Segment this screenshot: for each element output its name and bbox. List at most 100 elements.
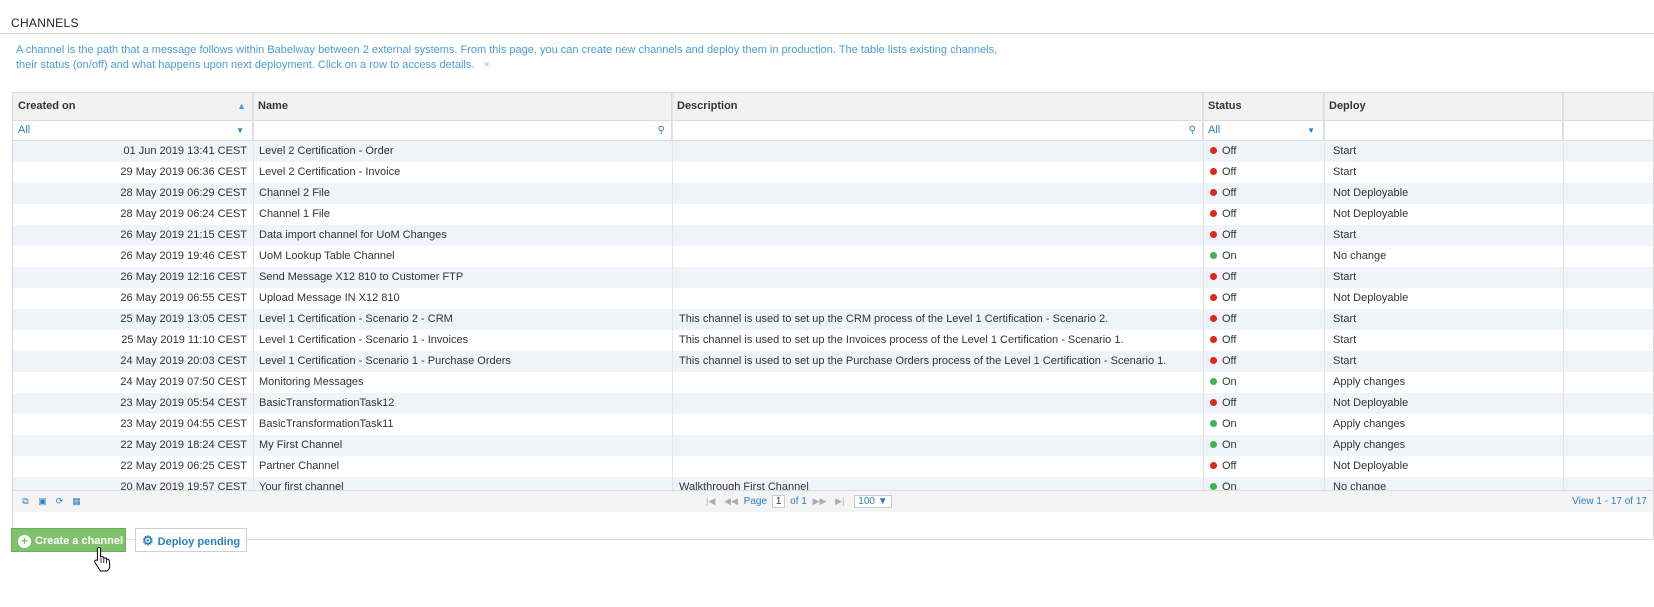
cell-description — [673, 456, 1203, 477]
cell-deploy: Start — [1333, 334, 1357, 346]
cell-name: Upload Message IN X12 810 — [259, 292, 400, 304]
status-label: Off — [1222, 271, 1237, 283]
status-dot-icon — [1210, 357, 1217, 364]
table-row[interactable]: 23 May 2019 05:54 CEST BasicTransformatio… — [13, 393, 1653, 414]
table-row[interactable]: 23 May 2019 04:55 CEST BasicTransformatio… — [13, 414, 1653, 435]
status-label: Off — [1222, 460, 1237, 472]
cell-deploy: Not Deployable — [1333, 460, 1409, 472]
table-row[interactable]: 26 May 2019 21:15 CEST Data import channe… — [13, 225, 1653, 246]
filter-value: All — [18, 124, 31, 136]
cell-created-on: 26 May 2019 06:55 CEST — [120, 292, 247, 304]
cell-name: Partner Channel — [259, 460, 340, 472]
export-icon[interactable]: ▦ — [70, 491, 83, 512]
deploy-pending-button[interactable]: ⚙ Deploy pending — [135, 528, 247, 552]
status-dot-icon — [1210, 147, 1217, 154]
status-dot-icon — [1210, 315, 1217, 322]
refresh-icon[interactable]: ⟳ — [53, 491, 66, 512]
cell-name: Level 1 Certification - Scenario 2 - CRM — [259, 313, 453, 325]
info-text: A channel is the path that a message fol… — [16, 44, 998, 71]
cell-created-on: 26 May 2019 12:16 CEST — [120, 271, 247, 283]
table-row[interactable]: 22 May 2019 06:25 CEST Partner Channel Off… — [13, 456, 1653, 477]
cell-name: BasicTransformationTask12 — [259, 397, 395, 409]
cell-description — [673, 141, 1203, 162]
status-label: Off — [1222, 166, 1237, 178]
table-row[interactable]: 28 May 2019 06:29 CEST Channel 2 File Off N… — [13, 183, 1653, 204]
cell-created-on: 24 May 2019 07:50 CEST — [120, 376, 247, 388]
hand-cursor-icon — [94, 546, 111, 572]
column-header-name[interactable]: Name — [253, 93, 672, 120]
cell-created-on: 25 May 2019 11:10 CEST — [121, 334, 247, 346]
column-header-deploy[interactable]: Deploy — [1324, 93, 1563, 120]
table-row[interactable]: 26 May 2019 19:46 CEST UoM Lookup Table C… — [13, 246, 1653, 267]
cell-description: This channel is used to set up the Invoi… — [679, 334, 1124, 346]
column-divider — [1324, 93, 1325, 490]
status-label: Off — [1222, 313, 1237, 325]
filter-row: All ▼ ⚲ ⚲ All ▼ — [13, 121, 1653, 141]
next-page-icon[interactable]: ▶▶ — [813, 496, 827, 506]
cell-status: On — [1204, 372, 1324, 393]
cell-description: This channel is used to set up the Purch… — [679, 355, 1167, 367]
gears-icon: ⚙ — [142, 533, 154, 548]
filter-value: All — [1208, 124, 1221, 136]
cell-status: Off — [1204, 351, 1324, 372]
cell-description — [673, 393, 1203, 414]
last-page-icon[interactable]: ▶| — [835, 496, 844, 506]
cell-name: Level 1 Certification - Scenario 1 - Inv… — [259, 334, 469, 346]
status-label: Off — [1222, 292, 1237, 304]
status-label: Off — [1222, 208, 1237, 220]
filter-name-input[interactable]: ⚲ — [253, 121, 672, 140]
cell-description — [673, 204, 1203, 225]
grid-header: Created on ▲ Name Description Status Dep… — [13, 93, 1653, 121]
table-row[interactable]: 25 May 2019 13:05 CEST Level 1 Certificat… — [13, 309, 1653, 330]
cell-created-on: 26 May 2019 21:15 CEST — [120, 229, 247, 241]
column-header-created-on[interactable]: Created on ▲ — [13, 93, 253, 120]
cell-description — [673, 372, 1203, 393]
page-number-input[interactable]: 1 — [771, 495, 786, 508]
cell-name: Channel 1 File — [259, 208, 330, 220]
cell-deploy: Not Deployable — [1333, 208, 1409, 220]
delete-icon[interactable]: ▣ — [36, 491, 49, 512]
cell-status: Off — [1204, 183, 1324, 204]
cell-created-on: 26 May 2019 19:46 CEST — [120, 250, 247, 262]
cell-status: Off — [1204, 456, 1324, 477]
dropdown-arrow-icon: ▼ — [236, 126, 244, 135]
cell-deploy: Start — [1333, 313, 1357, 325]
status-dot-icon — [1210, 462, 1217, 469]
table-row[interactable]: 26 May 2019 12:16 CEST Send Message X12 8… — [13, 267, 1653, 288]
close-icon[interactable]: × — [483, 59, 489, 71]
status-dot-icon — [1210, 483, 1217, 490]
table-row[interactable]: 01 Jun 2019 13:41 CEST Level 2 Certificat… — [13, 141, 1653, 162]
table-row[interactable]: 24 May 2019 07:50 CEST Monitoring Message… — [13, 372, 1653, 393]
filter-status-select[interactable]: All ▼ — [1203, 121, 1324, 140]
cell-created-on: 28 May 2019 06:24 CEST — [120, 208, 247, 220]
prev-page-icon[interactable]: ◀◀ — [724, 496, 738, 506]
cell-status: Off — [1204, 267, 1324, 288]
table-row[interactable]: 22 May 2019 18:24 CEST My First Channel On… — [13, 435, 1653, 456]
table-row[interactable]: 24 May 2019 20:03 CEST Level 1 Certificat… — [13, 351, 1653, 372]
sort-icon[interactable]: ▲ — [237, 93, 246, 120]
first-page-icon[interactable]: |◀ — [706, 496, 715, 506]
column-header-status[interactable]: Status — [1203, 93, 1324, 120]
cell-description — [673, 246, 1203, 267]
status-dot-icon — [1210, 294, 1217, 301]
page-size-select[interactable]: 100 ▼ — [854, 495, 892, 508]
cell-deploy: No change — [1333, 250, 1387, 262]
add-icon[interactable]: ⧉ — [19, 491, 32, 512]
cell-status: Off — [1204, 393, 1324, 414]
cell-name: Level 1 Certification - Scenario 1 - Pur… — [259, 355, 511, 367]
filter-created-on-select[interactable]: All ▼ — [13, 121, 253, 140]
table-row[interactable]: 25 May 2019 11:10 CEST Level 1 Certificat… — [13, 330, 1653, 351]
cell-created-on: 23 May 2019 05:54 CEST — [120, 397, 247, 409]
table-row[interactable]: 28 May 2019 06:24 CEST Channel 1 File Off N… — [13, 204, 1653, 225]
cell-created-on: 23 May 2019 04:55 CEST — [120, 418, 247, 430]
column-divider — [253, 93, 254, 490]
filter-description-input[interactable]: ⚲ — [672, 121, 1203, 140]
cell-deploy: Start — [1333, 145, 1357, 157]
cell-description — [673, 162, 1203, 183]
cell-status: Off — [1204, 330, 1324, 351]
column-header-description[interactable]: Description — [672, 93, 1203, 120]
filter-deploy-input[interactable] — [1324, 121, 1563, 140]
table-row[interactable]: 26 May 2019 06:55 CEST Upload Message IN … — [13, 288, 1653, 309]
cell-status: Off — [1204, 309, 1324, 330]
table-row[interactable]: 29 May 2019 06:36 CEST Level 2 Certificat… — [13, 162, 1653, 183]
